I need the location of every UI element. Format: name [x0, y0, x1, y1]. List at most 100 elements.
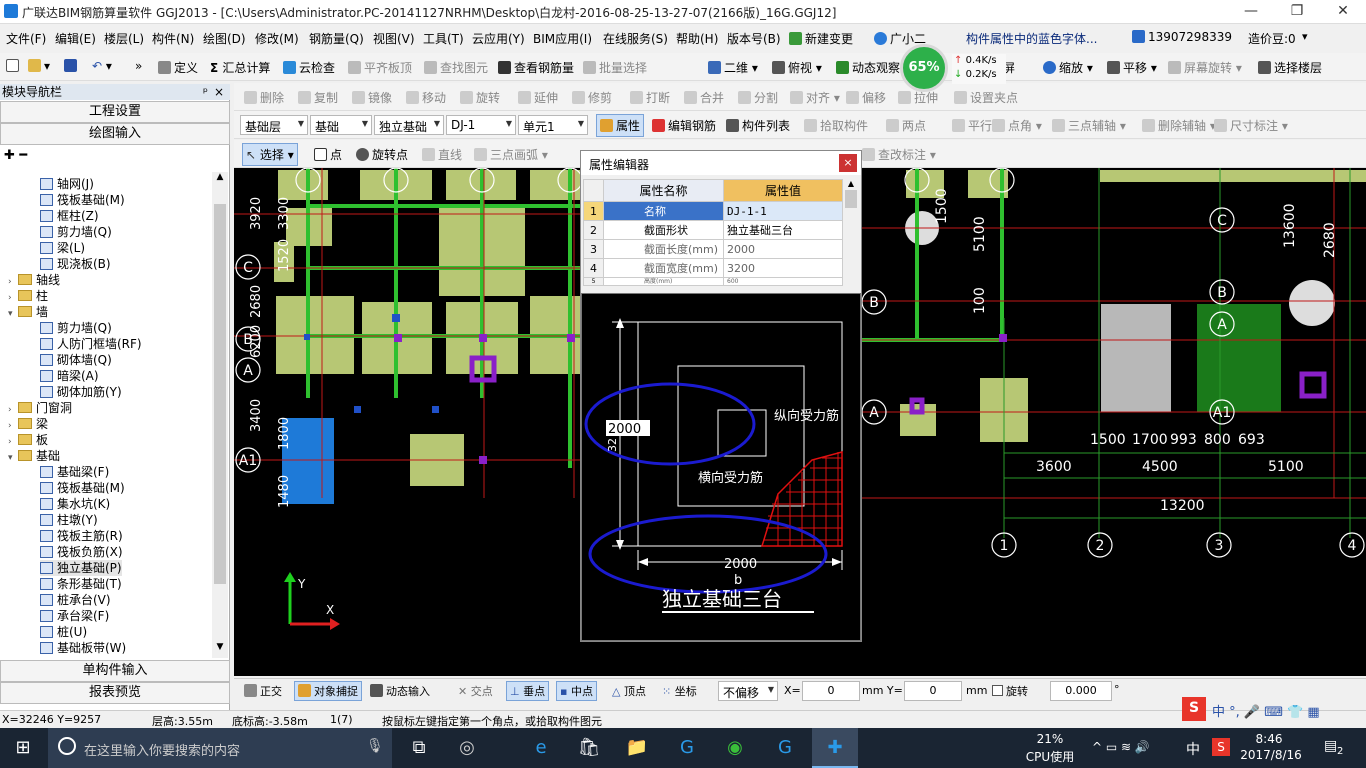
tree-folder[interactable]: › 门窗洞 — [8, 400, 72, 416]
chevron-down-icon[interactable]: ▾ — [8, 306, 18, 322]
dialog-scroll-thumb[interactable] — [845, 190, 857, 208]
tree-scrollbar[interactable]: ▲ ▼ — [212, 172, 228, 658]
more-icon[interactable]: » — [135, 59, 142, 73]
close-window-button[interactable]: ✕ — [1320, 0, 1366, 24]
property-editor-dialog[interactable]: 属性编辑器 × 属性名称 属性值 1 名称 DJ-1-1 2 截面形状 独立基础… — [580, 150, 862, 642]
batch-select-button[interactable]: 批量选择 — [583, 59, 647, 76]
ggj-app-icon[interactable]: ✚ — [812, 728, 858, 768]
rotate-input[interactable]: 0.000 — [1050, 681, 1112, 701]
menu-version[interactable]: 版本号(B) — [727, 30, 781, 47]
net-speed-ball[interactable]: 65% — [900, 44, 948, 92]
tree-item[interactable]: 砌体墙(Q) — [40, 352, 112, 368]
merge-button[interactable]: 合并 — [684, 89, 724, 106]
expand-all-icon[interactable]: ✚ ━ — [4, 148, 27, 163]
explorer-icon[interactable]: 📁 — [614, 728, 660, 768]
menu-file[interactable]: 文件(F) — [6, 30, 46, 47]
menu-view[interactable]: 视图(V) — [373, 30, 415, 47]
property-row[interactable]: 4 截面宽度(mm) 3200 — [583, 258, 843, 278]
sogou-tray-icon[interactable]: S — [1212, 738, 1230, 756]
tray-icons[interactable]: ^ ▭ ≋ 🔊 — [1092, 740, 1150, 754]
tree-item[interactable]: 独立基础(P) — [40, 560, 122, 576]
component-list-button[interactable]: 构件列表 — [726, 117, 790, 134]
find-element-button[interactable]: 查找图元 — [424, 59, 488, 76]
tree-folder[interactable]: › 梁 — [8, 416, 48, 432]
menu-cloud[interactable]: 云应用(Y) — [472, 30, 525, 47]
extend-button[interactable]: 延伸 — [518, 89, 558, 106]
open-file-icon[interactable]: ▾ — [28, 59, 50, 73]
rotate-checkbox[interactable]: 旋转 — [992, 683, 1028, 699]
tree-folder[interactable]: ▾ 墙 — [8, 304, 48, 320]
copy-button[interactable]: 复制 — [298, 89, 338, 106]
scroll-thumb[interactable] — [214, 204, 226, 584]
ime-indicator[interactable]: 中 — [1186, 739, 1200, 759]
dialog-scroll-up-icon[interactable]: ▲ — [843, 179, 859, 188]
dynamic-input-toggle[interactable]: 动态输入 — [370, 683, 430, 699]
menu-tools[interactable]: 工具(T) — [423, 30, 464, 47]
app-icon-2[interactable]: ◎ — [444, 728, 490, 768]
point-angle-button[interactable]: 点角 ▾ — [992, 117, 1042, 134]
delete-axis-button[interactable]: 删除辅轴 ▾ — [1142, 117, 1216, 134]
tree-item[interactable]: 暗梁(A) — [40, 368, 99, 384]
menu-online[interactable]: 在线服务(S) — [603, 30, 668, 47]
tree-item[interactable]: 基础梁(F) — [40, 464, 109, 480]
delete-button[interactable]: 删除 — [244, 89, 284, 106]
tree-item[interactable]: 人防门框墙(RF) — [40, 336, 142, 352]
point-button[interactable]: 点 — [314, 146, 342, 163]
tree-folder[interactable]: ▾ 基础 — [8, 448, 60, 464]
tree-item[interactable]: 桩承台(V) — [40, 592, 111, 608]
ortho-toggle[interactable]: 正交 — [244, 683, 282, 699]
tree-item[interactable]: 框柱(Z) — [40, 208, 99, 224]
component-select[interactable]: DJ-1 — [446, 115, 516, 135]
category-select[interactable]: 基础 — [310, 115, 372, 135]
report-preview-button[interactable]: 报表预览 — [0, 682, 230, 704]
move-button[interactable]: 移动 — [406, 89, 446, 106]
glodon-icon[interactable]: G — [664, 728, 710, 768]
undo-icon[interactable]: ↶ ▾ — [92, 59, 112, 73]
break-button[interactable]: 打断 — [630, 89, 670, 106]
tree-item[interactable]: 承台梁(F) — [40, 608, 109, 624]
menu-draw[interactable]: 绘图(D) — [203, 30, 246, 47]
mic-icon[interactable]: 🎙 — [366, 738, 384, 754]
flush-slab-button[interactable]: 平齐板顶 — [348, 59, 412, 76]
panel-close-icon[interactable]: × — [214, 84, 224, 100]
dimension-button[interactable]: 尺寸标注 ▾ — [1214, 117, 1288, 134]
menu-dropdown-icon[interactable]: ▾ — [1302, 30, 1308, 43]
offset-button[interactable]: 偏移 — [846, 89, 886, 106]
dialog-title[interactable]: 属性编辑器 — [581, 151, 861, 175]
cloud-check-button[interactable]: 云检查 — [283, 59, 335, 76]
notice-link[interactable]: 构件属性中的蓝色字体... — [966, 30, 1097, 47]
tree-item[interactable]: 集水坑(K) — [40, 496, 110, 512]
ime-toolbar[interactable]: 中 °, 🎤 ⌨ 👕 ▦ — [1212, 701, 1320, 720]
tree-item[interactable]: 现浇板(B) — [40, 256, 111, 272]
perpendicular-toggle[interactable]: ⊥ 垂点 — [506, 681, 550, 701]
tree-item[interactable]: 筏板负筋(X) — [40, 544, 123, 560]
define-button[interactable]: 定义 — [158, 59, 198, 76]
set-grip-button[interactable]: 设置夹点 — [954, 89, 1018, 106]
rotate-point-button[interactable]: 旋转点 — [356, 146, 408, 163]
tree-folder[interactable]: › 板 — [8, 432, 48, 448]
zoom-button[interactable]: 缩放 ▾ — [1043, 59, 1093, 76]
menu-component[interactable]: 构件(N) — [152, 30, 194, 47]
edge-icon[interactable]: e — [518, 728, 564, 768]
rotate-button[interactable]: 旋转 — [460, 89, 500, 106]
minimize-button[interactable]: — — [1228, 0, 1274, 24]
menu-bim[interactable]: BIM应用(I) — [533, 30, 592, 47]
midpoint-toggle[interactable]: ▪ 中点 — [556, 681, 597, 701]
properties-button[interactable]: 属性 — [596, 114, 645, 137]
pick-component-button[interactable]: 拾取构件 — [804, 117, 868, 134]
property-row[interactable]: 2 截面形状 独立基础三台 — [583, 220, 843, 240]
tree-item[interactable]: 条形基础(T) — [40, 576, 122, 592]
pin-icon[interactable]: ᵖ — [203, 84, 208, 100]
tree-item[interactable]: 轴网(J) — [40, 176, 94, 192]
edit-rebar-button[interactable]: 编辑钢筋 — [652, 117, 716, 134]
menu-edit[interactable]: 编辑(E) — [55, 30, 96, 47]
property-row[interactable]: 1 名称 DJ-1-1 — [583, 201, 843, 221]
view-2d-dropdown[interactable]: 二维 ▾ — [708, 59, 758, 76]
stretch-button[interactable]: 拉伸 — [898, 89, 938, 106]
orbit-button[interactable]: 动态观察 — [836, 59, 900, 76]
dialog-close-button[interactable]: × — [839, 154, 857, 172]
prop-value[interactable]: 独立基础三台 — [723, 220, 843, 240]
tree-item[interactable]: 砌体加筋(Y) — [40, 384, 122, 400]
offset-select[interactable]: 不偏移 — [718, 681, 778, 701]
project-settings-button[interactable]: 工程设置 — [0, 101, 230, 123]
